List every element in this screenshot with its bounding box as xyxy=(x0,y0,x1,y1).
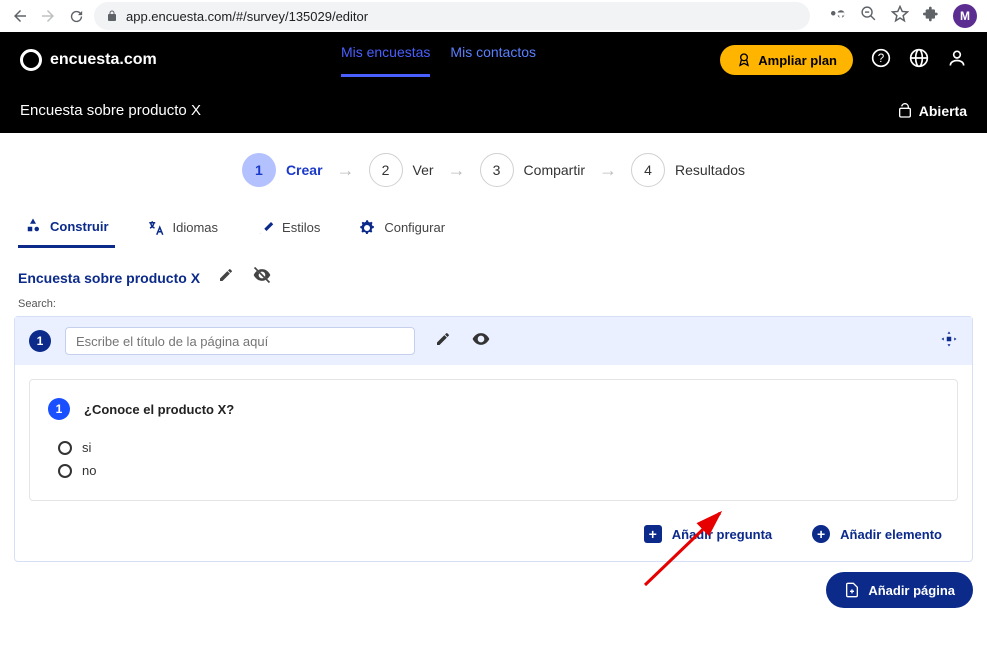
search-label: Search: xyxy=(0,296,987,312)
nav-mis-contactos[interactable]: Mis contactos xyxy=(450,44,536,77)
plus-circle-icon: + xyxy=(812,525,830,543)
option-no[interactable]: no xyxy=(48,459,939,482)
chevron-right-icon: → xyxy=(448,160,466,181)
url-bar[interactable]: app.encuesta.com/#/survey/135029/editor xyxy=(94,2,810,30)
medal-icon xyxy=(736,52,752,68)
preview-page-icon[interactable] xyxy=(471,329,491,354)
survey-status: Abierta xyxy=(897,103,967,119)
tab-estilos[interactable]: Estilos xyxy=(250,207,326,248)
step-resultados[interactable]: 4Resultados xyxy=(631,153,745,187)
option-si[interactable]: si xyxy=(48,436,939,459)
add-element-button[interactable]: +Añadir elemento xyxy=(812,525,942,543)
visibility-off-icon[interactable] xyxy=(252,265,272,290)
edit-page-icon[interactable] xyxy=(435,331,451,352)
stepper: 1Crear → 2Ver → 3Compartir → 4Resultados xyxy=(0,133,987,207)
gear-icon xyxy=(358,219,376,237)
tab-construir[interactable]: Construir xyxy=(18,207,115,248)
nav-mis-encuestas[interactable]: Mis encuestas xyxy=(341,44,430,77)
file-plus-icon xyxy=(844,582,860,598)
add-page-button[interactable]: Añadir página xyxy=(826,572,973,608)
step-crear[interactable]: 1Crear xyxy=(242,153,323,187)
svg-text:?: ? xyxy=(878,52,885,65)
extension-icon[interactable] xyxy=(923,6,939,27)
drag-handle-icon[interactable] xyxy=(940,330,958,353)
brush-icon xyxy=(256,219,274,237)
survey-title: Encuesta sobre producto X xyxy=(20,102,201,119)
radio-icon xyxy=(58,464,72,478)
brand-logo[interactable]: encuesta.com xyxy=(20,49,157,71)
star-icon[interactable] xyxy=(891,5,909,28)
globe-icon[interactable] xyxy=(909,48,929,73)
add-question-button[interactable]: +Añadir pregunta xyxy=(644,525,772,543)
radio-icon xyxy=(58,441,72,455)
step-compartir[interactable]: 3Compartir xyxy=(480,153,585,187)
ampliar-plan-button[interactable]: Ampliar plan xyxy=(720,45,853,75)
question-card[interactable]: 1 ¿Conoce el producto X? si no xyxy=(29,379,958,501)
page-number-badge: 1 xyxy=(29,330,51,352)
step-ver[interactable]: 2Ver xyxy=(369,153,434,187)
question-number-badge: 1 xyxy=(48,398,70,420)
unlock-icon xyxy=(897,103,913,119)
key-icon[interactable] xyxy=(828,5,846,28)
profile-avatar[interactable]: M xyxy=(953,4,977,28)
chevron-right-icon: → xyxy=(337,160,355,181)
edit-title-icon[interactable] xyxy=(218,267,234,288)
logo-circle-icon xyxy=(20,49,42,71)
plus-square-icon: + xyxy=(644,525,662,543)
tab-configurar[interactable]: Configurar xyxy=(352,207,451,248)
shapes-icon xyxy=(24,217,42,235)
lock-icon xyxy=(106,9,118,23)
forward-icon[interactable] xyxy=(38,6,58,26)
editor-title: Encuesta sobre producto X xyxy=(18,270,200,286)
question-text: ¿Conoce el producto X? xyxy=(84,402,234,417)
back-icon[interactable] xyxy=(10,6,30,26)
reload-icon[interactable] xyxy=(66,6,86,26)
chevron-right-icon: → xyxy=(599,160,617,181)
user-icon[interactable] xyxy=(947,48,967,73)
page-title-input[interactable] xyxy=(65,327,415,355)
zoom-icon[interactable] xyxy=(860,5,877,27)
tab-idiomas[interactable]: Idiomas xyxy=(141,207,225,248)
translate-icon xyxy=(147,219,165,237)
url-text: app.encuesta.com/#/survey/135029/editor xyxy=(126,9,368,24)
help-icon[interactable]: ? xyxy=(871,48,891,73)
